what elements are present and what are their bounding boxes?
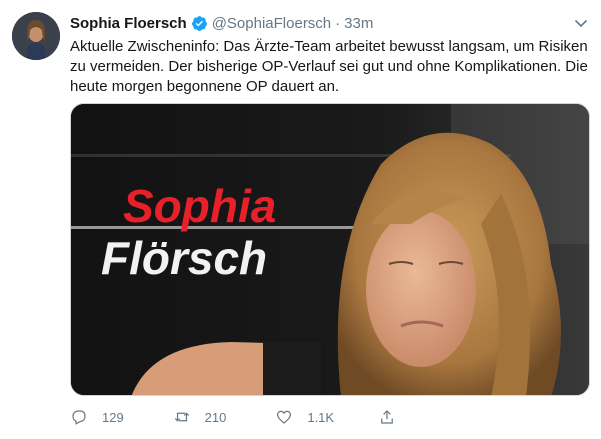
- tweet-header: Sophia Floersch @SophiaFloersch · 33m: [70, 13, 589, 33]
- media-photo: Sophia Flörsch: [71, 104, 589, 395]
- tweet-media-image[interactable]: Sophia Flörsch: [70, 103, 590, 396]
- reply-icon: [72, 410, 86, 425]
- share-icon: [381, 410, 393, 424]
- handle[interactable]: @SophiaFloersch: [212, 15, 331, 32]
- avatar-photo: [12, 12, 60, 60]
- retweet-count: 210: [204, 409, 227, 425]
- tweet-actions: 129 210 1.1K: [70, 404, 410, 430]
- sign-text-white: Flörsch: [101, 232, 267, 284]
- avatar[interactable]: [12, 12, 60, 60]
- sign-text-red: Sophia: [123, 180, 276, 232]
- retweet-icon: [174, 412, 189, 422]
- separator-dot: ·: [335, 14, 341, 32]
- reply-button[interactable]: 129: [70, 408, 173, 426]
- heart-icon: [277, 410, 292, 424]
- reply-count: 129: [102, 409, 124, 425]
- retweet-button[interactable]: 210: [173, 408, 276, 426]
- display-name[interactable]: Sophia Floersch: [70, 15, 187, 32]
- like-button[interactable]: 1.1K: [275, 408, 378, 426]
- share-button[interactable]: [378, 408, 410, 426]
- timestamp[interactable]: 33m: [344, 15, 373, 32]
- chevron-down-icon[interactable]: [573, 15, 589, 31]
- tweet-card[interactable]: Sophia Floersch @SophiaFloersch · 33m Ak…: [0, 0, 601, 439]
- verified-badge-icon: [191, 15, 208, 32]
- like-count: 1.1K: [307, 409, 335, 425]
- tweet-text: Aktuelle Zwischeninfo: Das Ärzte-Team ar…: [70, 38, 592, 95]
